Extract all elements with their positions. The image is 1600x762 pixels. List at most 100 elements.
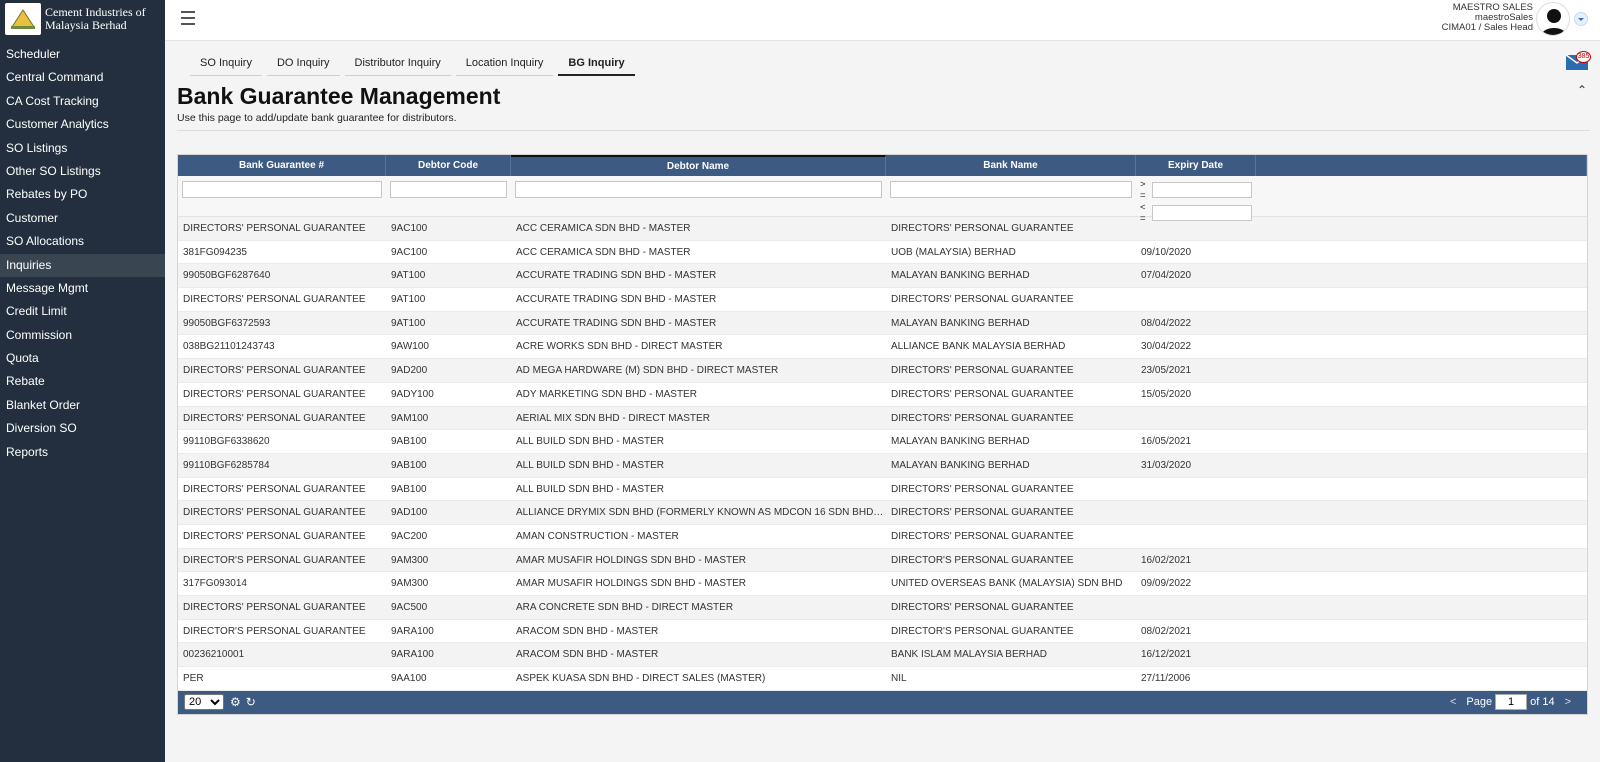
table-row[interactable]: DIRECTORS' PERSONAL GUARANTEE 9AD200 AD ME… xyxy=(178,359,1587,383)
tab-location-inquiry[interactable]: Location Inquiry xyxy=(455,54,554,76)
tab-so-inquiry[interactable]: SO Inquiry xyxy=(190,54,262,76)
debtor-code-cell: 9AC100 xyxy=(391,246,428,258)
sidebar-item-scheduler[interactable]: Scheduler xyxy=(0,43,165,66)
table-row[interactable]: DIRECTOR'S PERSONAL GUARANTEE 9AM300 AMAR … xyxy=(178,548,1587,573)
tab-distributor-inquiry[interactable]: Distributor Inquiry xyxy=(344,54,451,76)
debtor-code-cell: 9AC200 xyxy=(391,530,428,542)
bank-name-filter-input[interactable] xyxy=(890,181,1132,198)
sidebar-item-so-allocations[interactable]: SO Allocations xyxy=(0,230,165,253)
expiry-date-cell: 16/12/2021 xyxy=(1141,649,1192,661)
table-row[interactable]: 038BG21101243743 9AW100 ACRE WORKS SDN BHD… xyxy=(178,335,1587,360)
bank-guarantee-cell: 00236210001 xyxy=(183,649,245,661)
sidebar-item-ca-cost-tracking[interactable]: CA Cost Tracking xyxy=(0,90,165,113)
table-row[interactable]: 00236210001 9ARA100 ARACOM SDN BHD - MASTE… xyxy=(178,643,1587,668)
bank-guarantee-cell: DIRECTORS' PERSONAL GUARANTEE xyxy=(183,530,366,542)
sidebar-item-commission[interactable]: Commission xyxy=(0,324,165,347)
row-filler xyxy=(1256,454,1587,477)
table-row[interactable]: 99050BGF6287640 9AT100 ACCURATE TRADING SD… xyxy=(178,264,1587,289)
table-row[interactable]: DIRECTORS' PERSONAL GUARANTEE 9AM100 AERIA… xyxy=(178,406,1587,431)
hamburger-menu-icon[interactable] xyxy=(181,11,195,25)
row-filler xyxy=(1256,359,1587,382)
column-header-bank-guarantee[interactable]: Bank Guarantee # xyxy=(178,155,386,176)
sidebar-item-blanket-order[interactable]: Blanket Order xyxy=(0,394,165,417)
debtor-code-filter-input[interactable] xyxy=(390,181,507,198)
table-row[interactable]: 99110BGF6285784 9AB100 ALL BUILD SDN BHD -… xyxy=(178,453,1587,478)
bank-name-cell: UNITED OVERSEAS BANK (MALAYSIA) SDN BHD xyxy=(891,578,1123,590)
table-row[interactable]: 381FG094235 9AC100 ACC CERAMICA SDN BHD - … xyxy=(178,240,1587,265)
debtor-code-cell: 9AC100 xyxy=(391,223,428,234)
sidebar-item-reports[interactable]: Reports xyxy=(0,441,165,464)
row-filler xyxy=(1256,288,1587,311)
column-header-debtor-name[interactable]: Debtor Name xyxy=(511,155,886,176)
debtor-code-cell: 9AB100 xyxy=(391,436,427,448)
debtor-name-filter-input[interactable] xyxy=(515,181,882,198)
sidebar-item-quota[interactable]: Quota xyxy=(0,347,165,370)
bank-name-cell: DIRECTORS' PERSONAL GUARANTEE xyxy=(891,483,1074,495)
table-row[interactable]: DIRECTORS' PERSONAL GUARANTEE 9AT100 ACCUR… xyxy=(178,288,1587,312)
settings-gear-icon[interactable]: ⚙ xyxy=(230,695,241,709)
column-header-bank-name[interactable]: Bank Name xyxy=(886,155,1136,176)
inquiry-tabs: SO Inquiry DO Inquiry Distributor Inquiry L… xyxy=(190,54,640,76)
debtor-code-cell: 9ARA100 xyxy=(391,625,434,637)
table-row[interactable]: 99110BGF6338620 9AB100 ALL BUILD SDN BHD -… xyxy=(178,430,1587,454)
sidebar-nav: Scheduler Central Command CA Cost Tracking… xyxy=(0,43,165,464)
sidebar-item-inquiries[interactable]: Inquiries xyxy=(0,253,165,277)
bank-guarantee-cell: DIRECTORS' PERSONAL GUARANTEE xyxy=(183,365,366,377)
column-header-expiry-date[interactable]: Expiry Date xyxy=(1136,155,1256,176)
expiry-date-cell: 27/11/2006 xyxy=(1141,673,1191,685)
sidebar-item-customer[interactable]: Customer xyxy=(0,207,165,230)
table-row[interactable]: DIRECTORS' PERSONAL GUARANTEE 9ADY100 ADY … xyxy=(178,382,1587,407)
row-filler xyxy=(1256,643,1587,666)
row-filler xyxy=(1256,407,1587,430)
row-filler xyxy=(1256,596,1587,619)
page-of-label: of 14 xyxy=(1530,696,1555,709)
bank-guarantee-filter-input[interactable] xyxy=(182,181,382,198)
table-row[interactable]: DIRECTOR'S PERSONAL GUARANTEE 9ARA100 ARAC… xyxy=(178,619,1587,644)
bank-name-cell: DIRECTORS' PERSONAL GUARANTEE xyxy=(891,602,1074,613)
sidebar-item-diversion-so[interactable]: Diversion SO xyxy=(0,417,165,440)
tab-do-inquiry[interactable]: DO Inquiry xyxy=(266,54,340,76)
page-number-input[interactable] xyxy=(1495,694,1528,711)
page-size-select[interactable]: 20 xyxy=(184,694,224,711)
bank-guarantee-cell: DIRECTORS' PERSONAL GUARANTEE xyxy=(183,412,366,424)
sidebar-item-rebates-by-po[interactable]: Rebates by PO xyxy=(0,183,165,206)
debtor-name-cell: ALL BUILD SDN BHD - MASTER xyxy=(516,483,664,495)
main-content: SO Inquiry DO Inquiry Distributor Inquiry L… xyxy=(165,41,1600,762)
prev-page-button[interactable]: < xyxy=(1450,696,1456,708)
bank-guarantee-cell: DIRECTORS' PERSONAL GUARANTEE xyxy=(183,483,366,495)
table-row[interactable]: 317FG093014 9AM300 AMAR MUSAFIR HOLDINGS S… xyxy=(178,572,1587,596)
table-row[interactable]: 99050BGF6372593 9AT100 ACCURATE TRADING SD… xyxy=(178,311,1587,336)
collapse-chevron-up-icon[interactable]: ⌃ xyxy=(1577,83,1587,97)
expiry-date-cell: 16/05/2021 xyxy=(1141,436,1192,448)
next-page-button[interactable]: > xyxy=(1565,696,1571,708)
column-header-debtor-code[interactable]: Debtor Code xyxy=(386,155,511,176)
refresh-icon[interactable]: ↻ xyxy=(246,695,256,709)
page-title: Bank Guarantee Management xyxy=(177,83,501,109)
table-row[interactable]: DIRECTORS' PERSONAL GUARANTEE 9AC200 AMAN … xyxy=(178,524,1587,549)
filter-cell-empty xyxy=(1256,176,1587,216)
sidebar-item-other-so-listings[interactable]: Other SO Listings xyxy=(0,160,165,183)
table-row[interactable]: PER 9AA100 ASPEK KUASA SDN BHD - DIRECT SA… xyxy=(178,667,1587,691)
bank-name-cell: DIRECTORS' PERSONAL GUARANTEE xyxy=(891,365,1074,377)
sidebar-item-credit-limit[interactable]: Credit Limit xyxy=(0,300,165,323)
bank-guarantee-cell: 317FG093014 xyxy=(183,578,247,590)
sidebar-item-customer-analytics[interactable]: Customer Analytics xyxy=(0,113,165,136)
bank-name-cell: DIRECTOR'S PERSONAL GUARANTEE xyxy=(891,554,1074,566)
user-dropdown-chevron-icon[interactable] xyxy=(1574,12,1588,26)
table-row[interactable]: DIRECTORS' PERSONAL GUARANTEE 9AD100 ALLIA… xyxy=(178,501,1587,525)
tab-bg-inquiry[interactable]: BG Inquiry xyxy=(558,54,635,76)
filter-cell xyxy=(886,176,1136,216)
debtor-name-cell: ASPEK KUASA SDN BHD - DIRECT SALES (MAST… xyxy=(516,673,766,685)
table-row[interactable]: DIRECTORS' PERSONAL GUARANTEE 9AC100 ACC C… xyxy=(178,217,1587,241)
user-avatar[interactable] xyxy=(1536,2,1570,36)
table-row[interactable]: DIRECTORS' PERSONAL GUARANTEE 9AB100 ALL B… xyxy=(178,477,1587,502)
debtor-code-cell: 9ADY100 xyxy=(391,388,434,400)
sidebar-item-so-listings[interactable]: SO Listings xyxy=(0,137,165,160)
bank-name-cell: DIRECTOR'S PERSONAL GUARANTEE xyxy=(891,625,1074,637)
expiry-date-from-input[interactable] xyxy=(1152,182,1252,198)
sidebar-item-message-mgmt[interactable]: Message Mgmt xyxy=(0,277,165,300)
sidebar-item-rebate[interactable]: Rebate xyxy=(0,370,165,393)
expiry-date-cell xyxy=(1136,407,1256,430)
sidebar-item-central-command[interactable]: Central Command xyxy=(0,66,165,89)
table-row[interactable]: DIRECTORS' PERSONAL GUARANTEE 9AC500 ARA C… xyxy=(178,596,1587,620)
